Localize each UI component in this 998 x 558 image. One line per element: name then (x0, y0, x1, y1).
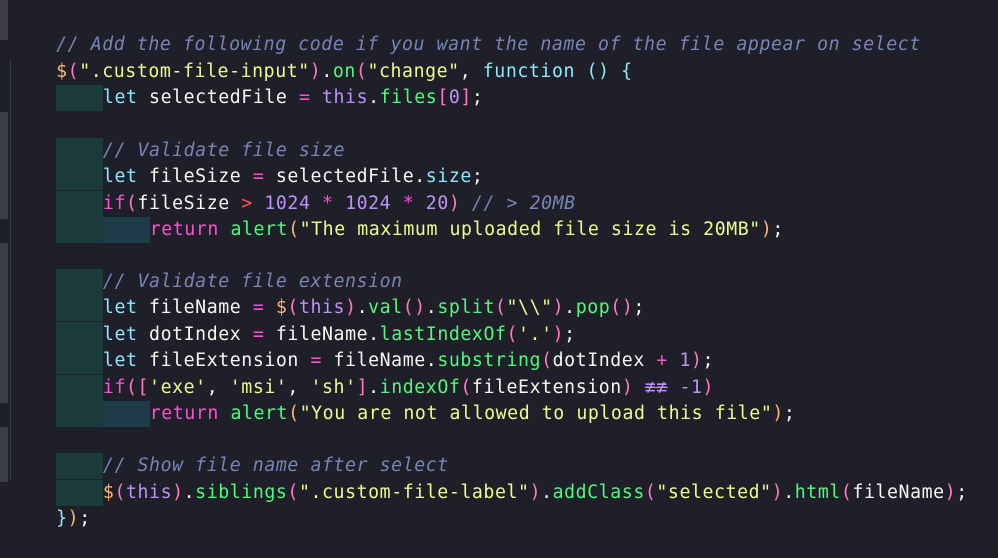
code-line-3[interactable]: let selectedFile = this.files[0]; (10, 59, 483, 112)
code-token: ) (67, 508, 80, 529)
gutter-marker (0, 243, 8, 403)
code-string: "selected" (656, 482, 772, 503)
code-token: ) (772, 403, 784, 424)
code-line-13[interactable]: let fileExtension = fileName.substring(d… (10, 322, 714, 375)
code-token: ; (471, 87, 484, 108)
code-number: 0 (448, 87, 461, 108)
code-editor[interactable]: // Add the following code if you want th… (0, 0, 998, 529)
code-token: ) (771, 482, 784, 503)
indent-guide-block (56, 85, 103, 112)
code-string: "You are not allowed to upload this file… (299, 403, 773, 424)
code-keyword: let (102, 87, 138, 108)
code-token: fileName (852, 482, 945, 503)
code-operator: = (298, 87, 311, 108)
code-line-5[interactable]: // Validate file size (10, 112, 345, 165)
indent-guide-block (102, 217, 150, 244)
gutter-marker (0, 0, 8, 40)
code-token: . (368, 87, 380, 108)
code-token: ; (79, 508, 91, 529)
code-token: { (621, 61, 633, 82)
code-token: () (586, 61, 610, 82)
code-keyword: function (482, 61, 576, 82)
code-token: ; (956, 482, 968, 503)
code-function: siblings (195, 482, 288, 503)
code-function: html (794, 482, 841, 503)
code-token: () (610, 297, 634, 318)
code-token: ) (944, 482, 957, 503)
code-token: ) (529, 482, 542, 503)
code-line-17[interactable]: // Show file name after select (10, 427, 449, 480)
code-token: ( (644, 482, 657, 503)
code-string: ".custom-file-label" (298, 482, 530, 503)
code-line-1[interactable]: // Add the following code if you want th… (10, 6, 921, 55)
code-keyword: return (149, 219, 219, 240)
code-keyword: this (322, 87, 369, 108)
code-token: ( (114, 482, 126, 503)
code-token: ) (760, 219, 773, 240)
code-function: pop (575, 297, 611, 318)
code-string: "The maximum uploaded file size is 20MB" (299, 219, 761, 240)
code-token: selectedFile (137, 87, 299, 108)
indent-guide-block (56, 401, 103, 428)
code-token: ; (783, 403, 796, 424)
code-token: [ (437, 87, 449, 108)
code-line-8[interactable]: return alert("The maximum uploaded file … (10, 191, 784, 244)
code-line-14[interactable]: if(['exe', 'msi', 'sh'].indexOf(fileExte… (10, 349, 714, 402)
code-line-15[interactable]: return alert("You are not allowed to upl… (10, 375, 795, 428)
gutter-marker (0, 112, 8, 219)
code-line-10[interactable]: // Validate file extension (10, 243, 403, 296)
code-line-18[interactable]: $(this).siblings(".custom-file-label").a… (10, 454, 968, 507)
code-token: ; (772, 219, 784, 240)
code-line-6[interactable]: let fileSize = selectedFile.size; (10, 138, 483, 191)
indent-guide-block (102, 401, 150, 428)
indent-guide-block (56, 217, 103, 244)
code-token: ( (288, 219, 300, 240)
code-token: ) (172, 482, 184, 503)
code-token: ] (460, 87, 472, 108)
code-token: . (183, 482, 196, 503)
code-line-7[interactable]: if(fileSize > 1024 * 1024 * 20) // > 20M… (10, 165, 576, 218)
code-token: ; (633, 297, 645, 318)
code-token: ( (840, 482, 853, 503)
code-token: $ (102, 482, 115, 503)
code-property: files (379, 87, 438, 108)
code-keyword: this (125, 482, 173, 503)
code-token: . (783, 482, 795, 503)
code-line-2[interactable]: $(".custom-file-input").on("change", fun… (10, 33, 633, 82)
code-function: alert (230, 219, 289, 240)
gutter-marker (0, 427, 8, 482)
code-token: . (541, 482, 553, 503)
code-line-11[interactable]: let fileName = $(this).val().split("\\")… (10, 269, 645, 322)
code-function: addClass (552, 482, 645, 503)
code-function: alert (230, 403, 289, 424)
code-keyword: return (149, 403, 219, 424)
code-line-12[interactable]: let dotIndex = fileName.lastIndexOf('.')… (10, 296, 576, 349)
code-token: ( (288, 403, 300, 424)
code-token: ( (287, 482, 299, 503)
code-token: } (56, 508, 68, 529)
code-line-19[interactable]: }); (10, 480, 91, 529)
